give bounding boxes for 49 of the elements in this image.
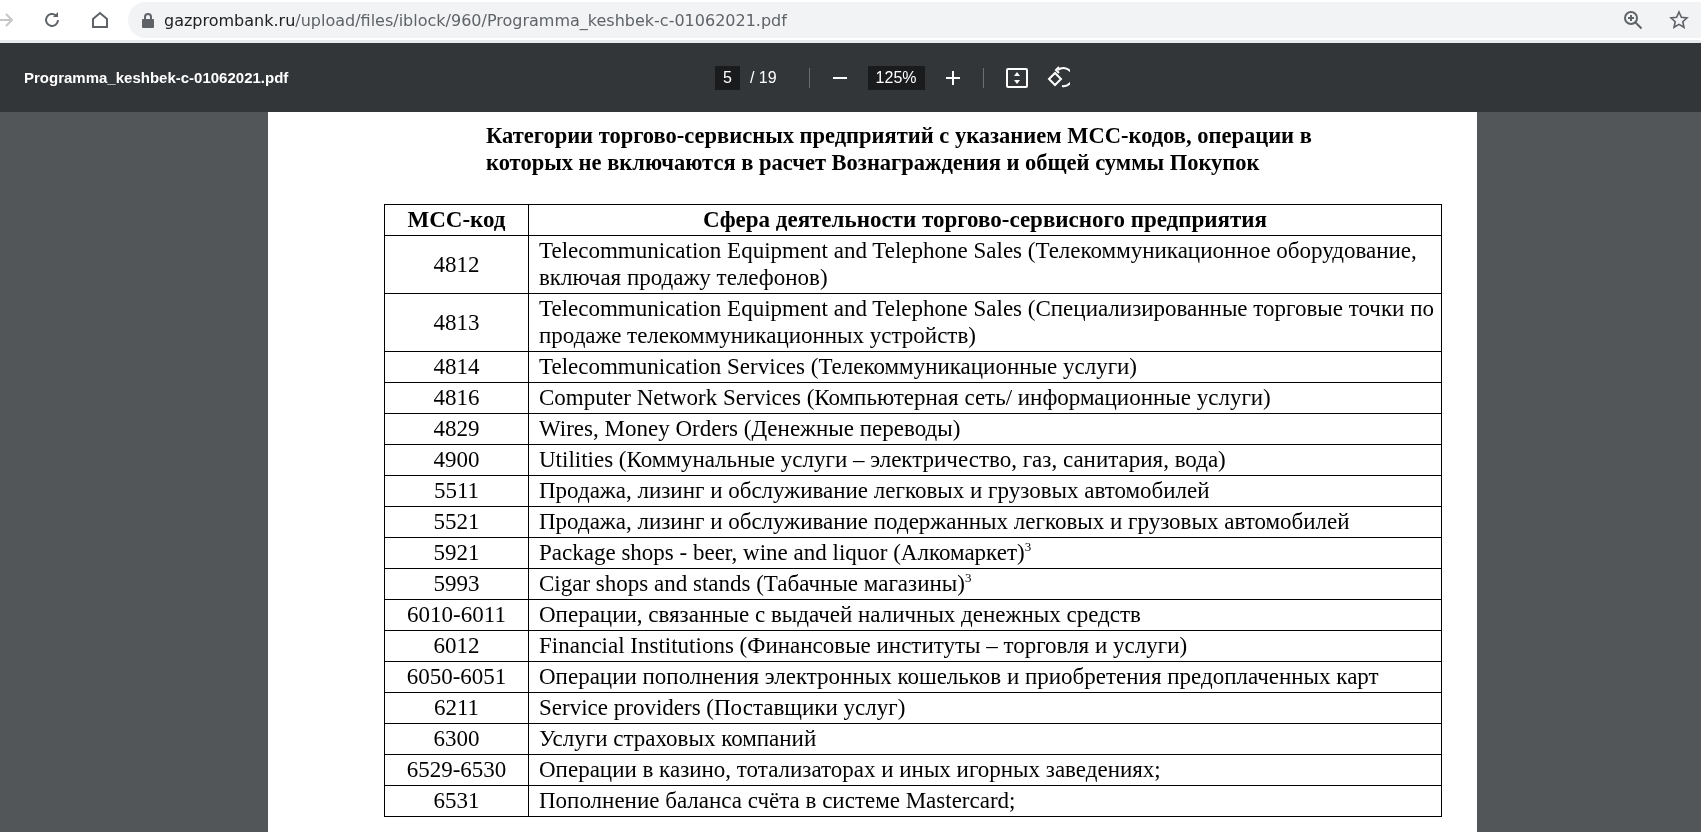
mcc-code-cell: 6300 xyxy=(384,723,529,755)
zoom-in-icon[interactable] xyxy=(944,69,961,86)
column-header: МСС-код xyxy=(384,204,529,236)
description-cell: Telecommunication Equipment and Telephone Sales (Телекоммуникационное оборудование, включая продажу телефонов) xyxy=(528,235,1442,294)
mcc-code-cell: 4812 xyxy=(384,235,529,294)
mcc-code-cell: 4813 xyxy=(384,293,529,352)
address-bar[interactable]: gazprombank.ru/upload/files/iblock/960/Programma_keshbek-c-01062021.pdf xyxy=(128,2,1701,38)
description-cell: Wires, Money Orders (Денежные переводы) xyxy=(528,413,1442,445)
column-header: Сфера деятельности торгово-сервисного предприятия xyxy=(528,204,1442,236)
home-icon[interactable] xyxy=(90,10,110,30)
description-cell: Cigar shops and stands (Табачные магазины)$^{3}$ xyxy=(528,568,1442,600)
document-title: Programma_keshbek-c-01062021.pdf xyxy=(24,69,289,86)
description-cell: Услуги страховых компаний xyxy=(528,723,1442,755)
mcc-code-cell: 4900 xyxy=(384,444,529,476)
mcc-code-cell: 6050-6051 xyxy=(384,661,529,693)
star-icon[interactable] xyxy=(1669,10,1689,30)
description-cell: Computer Network Services (Компьютерная сеть/ информационные услуги) xyxy=(528,382,1442,414)
mcc-code-cell: 5993 xyxy=(384,568,529,600)
description-cell: Service providers (Поставщики услуг) xyxy=(528,692,1442,724)
description-cell: Utilities (Коммунальные услуги – электричество, газ, санитария, вода) xyxy=(528,444,1442,476)
mcc-code-cell: 5921 xyxy=(384,537,529,569)
mcc-code-cell: 6010-6011 xyxy=(384,599,529,631)
zoom-in-icon[interactable] xyxy=(1623,10,1643,30)
mcc-code-cell: 4829 xyxy=(384,413,529,445)
description-cell: Пополнение баланса счёта в системе Mastercard; xyxy=(528,785,1442,817)
mcc-code-cell: 6531 xyxy=(384,785,529,817)
mcc-code-cell: 6529-6530 xyxy=(384,754,529,786)
lock-icon[interactable] xyxy=(142,12,154,28)
mcc-code-cell: 4816 xyxy=(384,382,529,414)
mcc-code-cell: 4814 xyxy=(384,351,529,383)
description-cell: Продажа, лизинг и обслуживание легковых и грузовых автомобилей xyxy=(528,475,1442,507)
mcc-code-cell: 5521 xyxy=(384,506,529,538)
url-text: gazprombank.ru/upload/files/iblock/960/Programma_keshbek-c-01062021.pdf xyxy=(164,10,789,30)
mcc-code-cell: 6211 xyxy=(384,692,529,724)
mcc-code-cell: 6012 xyxy=(384,630,529,662)
page-total: / 19 xyxy=(749,68,777,87)
description-cell: Операции пополнения электронных кошельков и приобретения предоплаченных карт xyxy=(528,661,1442,693)
description-cell: Telecommunication Services (Телекоммуникационные услуги) xyxy=(528,351,1442,383)
description-cell: Telecommunication Equipment and Telephone Sales (Специализированные торговые точки по продаже телекоммуникационных устройств) xyxy=(528,293,1442,352)
description-cell: Операции, связанные с выдачей наличных денежных средств xyxy=(528,599,1442,631)
page-heading: Категории торгово-сервисных предприятий с указанием МСС-кодов, операции в которых не включаются в расчет Вознаграждения и общей суммы Покупок xyxy=(486,122,1313,176)
description-cell: Package shops - beer, wine and liquor (Алкомаркет)$^{3}$ xyxy=(528,537,1442,569)
zoom-level-field[interactable]: 125% xyxy=(867,65,925,90)
description-cell: Financial Institutions (Финансовые институты – торговля и услуги) xyxy=(528,630,1442,662)
mcc-code-cell: 5511 xyxy=(384,475,529,507)
description-cell: Операции в казино, тотализаторах и иных игорных заведениях; xyxy=(528,754,1442,786)
description-cell: Продажа, лизинг и обслуживание подержанных легковых и грузовых автомобилей xyxy=(528,506,1442,538)
reload-icon[interactable] xyxy=(42,10,62,30)
page-number-field[interactable]: 5 xyxy=(715,65,740,90)
